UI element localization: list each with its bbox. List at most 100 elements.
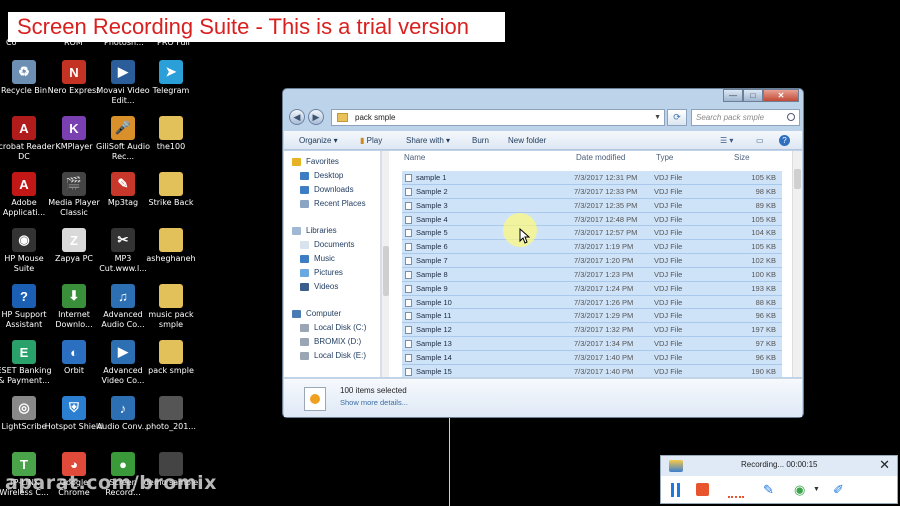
nav-pictures[interactable]: Pictures bbox=[300, 268, 343, 277]
maximize-button[interactable]: □ bbox=[743, 89, 763, 102]
file-date: 7/3/2017 12:57 PM bbox=[574, 228, 638, 238]
file-name: Sample 3 bbox=[416, 200, 448, 210]
preview-pane-icon[interactable]: ▭ bbox=[756, 135, 764, 146]
nav-desktop[interactable]: Desktop bbox=[300, 171, 343, 180]
burn-button[interactable]: Burn bbox=[472, 131, 489, 150]
file-row[interactable]: Sample 14 7/3/2017 1:40 PM VDJ File 96 KB bbox=[402, 350, 782, 365]
column-size[interactable]: Size bbox=[734, 153, 750, 167]
nav-label: BROMIX (D:) bbox=[314, 337, 362, 346]
nav-label: Downloads bbox=[314, 185, 354, 194]
nav-scrollbar[interactable] bbox=[381, 151, 389, 377]
nav-recent-places[interactable]: Recent Places bbox=[300, 199, 366, 208]
desktop-icon-item[interactable]: photo_201... bbox=[140, 396, 202, 432]
column-date-modified[interactable]: Date modified bbox=[576, 153, 625, 167]
nav-bromix-d[interactable]: BROMIX (D:) bbox=[300, 337, 361, 346]
drive-icon bbox=[300, 337, 309, 346]
nav-label: Videos bbox=[314, 282, 339, 291]
nav-favorites[interactable]: Favorites bbox=[292, 157, 339, 166]
recorder-close-button[interactable]: ✕ bbox=[879, 458, 890, 472]
file-row[interactable]: Sample 2 7/3/2017 12:33 PM VDJ File 98 KB bbox=[402, 184, 782, 199]
pause-icon[interactable] bbox=[670, 483, 681, 497]
file-row[interactable]: Sample 7 7/3/2017 1:20 PM VDJ File 102 KB bbox=[402, 254, 782, 268]
folder-icon bbox=[337, 113, 348, 122]
column-type[interactable]: Type bbox=[656, 153, 673, 167]
file-scroll-thumb[interactable] bbox=[794, 169, 801, 189]
file-icon bbox=[405, 340, 412, 349]
file-row[interactable]: Sample 4 7/3/2017 12:48 PM VDJ File 105 KB bbox=[402, 212, 782, 227]
desktop-icon-item[interactable]: Strike Back bbox=[140, 172, 202, 208]
back-button[interactable]: ◀ bbox=[289, 109, 305, 125]
file-row[interactable]: Sample 15 7/3/2017 1:40 PM VDJ File 190 KB bbox=[402, 364, 782, 377]
nav-computer[interactable]: Computer bbox=[292, 309, 341, 318]
file-size: 197 KB bbox=[751, 325, 776, 335]
chevron-down-icon[interactable]: ▼ bbox=[654, 110, 661, 125]
recording-panel[interactable]: Recording... 00:00:15 ✕ ✎ ◉ ▼ ✐ bbox=[660, 455, 898, 504]
file-name: Sample 5 bbox=[416, 228, 448, 238]
hp-mouse-icon: ◉ bbox=[12, 228, 36, 252]
nav-music[interactable]: Music bbox=[300, 254, 335, 263]
close-button[interactable]: ✕ bbox=[763, 89, 799, 102]
recent-places-icon bbox=[300, 199, 309, 208]
draw-icon[interactable]: ✐ bbox=[833, 483, 847, 497]
address-field[interactable]: pack smple ▼ bbox=[331, 109, 665, 126]
column-name[interactable]: Name bbox=[404, 153, 425, 167]
nav-local-disk-c[interactable]: Local Disk (C:) bbox=[300, 323, 366, 332]
file-icon bbox=[405, 367, 412, 376]
file-row[interactable]: Sample 5 7/3/2017 12:57 PM VDJ File 104 KB bbox=[402, 226, 782, 241]
folder-icon bbox=[159, 172, 183, 196]
show-more-details-link[interactable]: Show more details... bbox=[340, 398, 408, 407]
refresh-button[interactable]: ⟳ bbox=[667, 109, 687, 126]
file-row[interactable]: Sample 11 7/3/2017 1:29 PM VDJ File 96 KB bbox=[402, 309, 782, 324]
mouse-cursor-icon bbox=[519, 228, 530, 244]
desktop-icon-label: Telegram bbox=[152, 86, 190, 95]
nav-local-disk-e[interactable]: Local Disk (E:) bbox=[300, 351, 366, 360]
file-icon bbox=[405, 215, 412, 224]
nav-label: Favorites bbox=[306, 157, 339, 166]
webcam-icon[interactable]: ◉ bbox=[794, 483, 808, 497]
file-scrollbar[interactable] bbox=[792, 151, 802, 377]
file-row[interactable]: sample 1 7/3/2017 12:31 PM VDJ File 105 KB bbox=[402, 171, 782, 185]
view-options-icon[interactable]: ☰ ▾ bbox=[720, 135, 733, 146]
nav-documents[interactable]: Documents bbox=[300, 240, 354, 249]
forward-button[interactable]: ▶ bbox=[308, 109, 324, 125]
file-row[interactable]: Sample 12 7/3/2017 1:32 PM VDJ File 197 KB bbox=[402, 323, 782, 338]
file-row[interactable]: Sample 6 7/3/2017 1:19 PM VDJ File 105 KB bbox=[402, 240, 782, 255]
nav-videos[interactable]: Videos bbox=[300, 282, 338, 291]
annotate-icon[interactable]: ✎ bbox=[763, 483, 775, 497]
selection-count: 100 items selected bbox=[340, 386, 407, 395]
nav-downloads[interactable]: Downloads bbox=[300, 185, 354, 194]
desktop-icon-item[interactable]: the100 bbox=[140, 116, 202, 152]
chevron-down-icon[interactable]: ▼ bbox=[813, 483, 821, 497]
zapya-icon: Z bbox=[62, 228, 86, 252]
desktop-icon-item[interactable]: asheghaneh bbox=[140, 228, 202, 264]
desktop-icon-item[interactable]: ➤ Telegram bbox=[140, 60, 202, 96]
file-type: VDJ File bbox=[654, 311, 683, 321]
file-row[interactable]: Sample 3 7/3/2017 12:35 PM VDJ File 89 KB bbox=[402, 198, 782, 213]
file-size: 105 KB bbox=[751, 242, 776, 252]
file-size: 100 KB bbox=[751, 269, 776, 279]
search-input[interactable]: Search pack smple bbox=[691, 109, 800, 126]
stop-icon[interactable] bbox=[696, 483, 709, 496]
play-button[interactable]: ▮ Play bbox=[360, 131, 382, 150]
nav-scroll-thumb[interactable] bbox=[383, 246, 389, 296]
media-file-icon bbox=[304, 387, 326, 411]
explorer-window[interactable]: — □ ✕ ◀ ▶ pack smple ▼ ⟳ Search pack smp… bbox=[282, 88, 804, 418]
file-row[interactable]: Sample 10 7/3/2017 1:26 PM VDJ File 88 KB bbox=[402, 295, 782, 310]
new-folder-button[interactable]: New folder bbox=[508, 131, 546, 150]
desktop-icon-item[interactable]: music pack smple bbox=[140, 284, 202, 330]
window-controls: — □ ✕ bbox=[723, 89, 799, 102]
desktop-icon-item[interactable]: pack smple bbox=[140, 340, 202, 376]
minimize-button[interactable]: — bbox=[723, 89, 743, 102]
file-row[interactable]: Sample 9 7/3/2017 1:24 PM VDJ File 193 KB bbox=[402, 281, 782, 296]
hotspot-icon: ⛨ bbox=[62, 396, 86, 420]
nav-label: Desktop bbox=[314, 171, 344, 180]
help-icon[interactable]: ? bbox=[779, 135, 790, 146]
file-row[interactable]: Sample 8 7/3/2017 1:23 PM VDJ File 100 KB bbox=[402, 267, 782, 282]
file-icon bbox=[405, 174, 412, 182]
share-with-button[interactable]: Share with ▾ bbox=[406, 131, 450, 150]
file-type: VDJ File bbox=[654, 339, 683, 349]
file-row[interactable]: Sample 13 7/3/2017 1:34 PM VDJ File 97 KB bbox=[402, 337, 782, 351]
nav-libraries[interactable]: Libraries bbox=[292, 226, 337, 235]
recording-header: Recording... 00:00:15 ✕ bbox=[661, 456, 897, 476]
organize-button[interactable]: Organize ▾ bbox=[299, 131, 338, 150]
